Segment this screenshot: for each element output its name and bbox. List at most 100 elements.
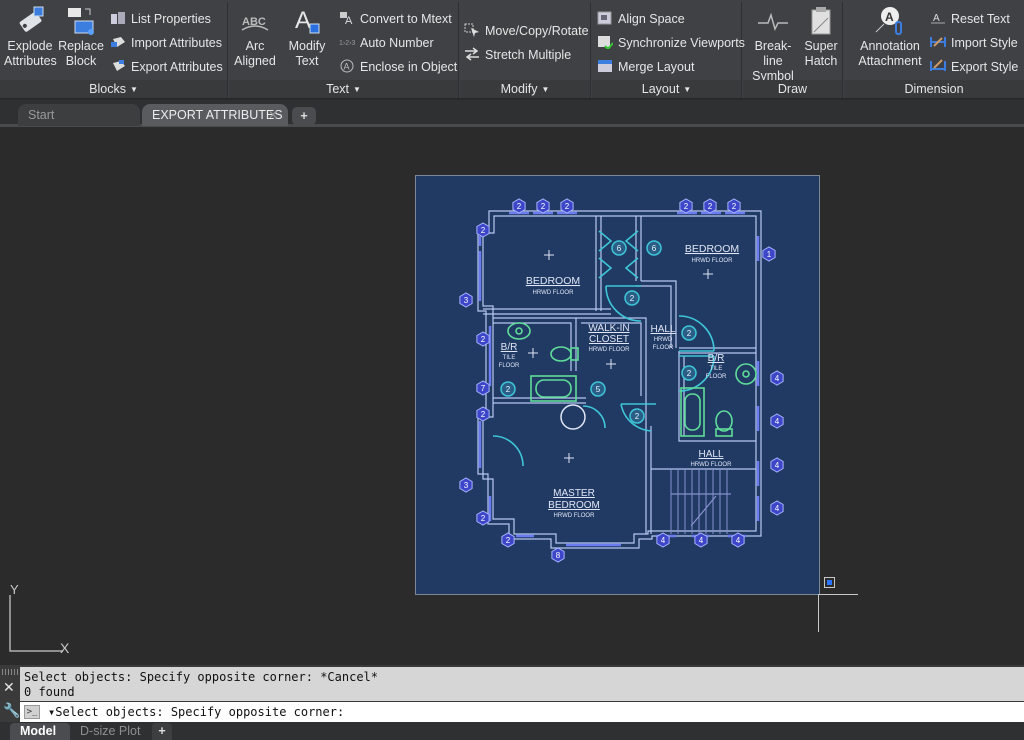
window-tag-label: 1 (767, 250, 772, 259)
enclose-in-object-button[interactable]: A Enclose in Object (339, 57, 457, 77)
label: Explode (7, 39, 53, 53)
super-hatch-button[interactable]: Super Hatch (801, 6, 841, 69)
room-name: HALL (698, 449, 723, 460)
door-tag-label: 2 (635, 412, 640, 421)
panel-title-layout[interactable]: Layout ▼ (592, 80, 741, 98)
auto-number-icon: 1›2›3 (339, 35, 355, 49)
stretch-arrows-icon (464, 47, 480, 61)
break-line-symbol-button[interactable]: Break-line Symbol (745, 6, 801, 84)
label: Export Attributes (131, 60, 223, 74)
command-prompt-icon[interactable]: >_ (24, 705, 40, 719)
close-icon[interactable]: ✕ (3, 679, 15, 696)
move-copy-rotate-button[interactable]: Move/Copy/Rotate (464, 21, 589, 41)
align-space-icon (597, 11, 613, 25)
label: Blocks (89, 82, 126, 96)
label: Break-line (754, 39, 792, 68)
layout-tab-bar: Model D-size Plot + (0, 722, 1024, 740)
reset-text-icon: A (930, 11, 946, 25)
close-icon[interactable]: ✕ (268, 104, 278, 126)
label: Draw (777, 82, 808, 96)
tab-model[interactable]: Model (10, 723, 70, 740)
room-floor: HRWD FLOOR (691, 462, 733, 468)
label: List Properties (131, 12, 211, 26)
tab-d-size-plot[interactable]: D-size Plot (72, 723, 152, 740)
move-copy-rotate-icon (464, 23, 480, 37)
room-name: WALK-IN (588, 323, 629, 334)
reset-text-button[interactable]: A Reset Text (930, 9, 1010, 29)
panel-draw: Break-line Symbol Super Hatch Draw (743, 2, 843, 98)
new-layout-button[interactable]: + (152, 723, 172, 740)
svg-text:A: A (885, 10, 894, 24)
room-name: BEDROOM (548, 500, 600, 511)
panel-title-modify[interactable]: Modify ▼ (460, 80, 590, 98)
drawing-canvas[interactable]: BEDROOM HRWD FLOOR BEDROOM HRWD FLOOR WA… (0, 130, 1024, 665)
label: Aligned (234, 54, 276, 68)
door-tag-label: 6 (617, 244, 622, 253)
label: Text (326, 82, 349, 96)
svg-text:A: A (933, 13, 940, 24)
room-floor: FLOOR (499, 363, 520, 369)
label: Replace (58, 39, 104, 53)
list-properties-button[interactable]: List Properties (110, 9, 211, 29)
label: Convert to Mtext (360, 12, 452, 26)
auto-number-button[interactable]: 1›2›3 Auto Number (339, 33, 434, 53)
synchronize-viewports-button[interactable]: Synchronize Viewports (597, 33, 745, 53)
label: Synchronize Viewports (618, 36, 745, 50)
new-tab-button[interactable]: + (292, 107, 316, 125)
window-tag-label: 2 (481, 514, 486, 523)
super-hatch-icon (805, 6, 837, 36)
window-tag-label: 4 (699, 536, 704, 545)
annotation-attachment-button[interactable]: A Annotation Attachment (852, 6, 928, 69)
label: Import Style (951, 36, 1018, 50)
modify-text-button[interactable]: A Modify Text (283, 6, 331, 69)
tab-export-attributes[interactable]: EXPORT ATTRIBUTES ✕ (142, 104, 288, 126)
room-name: MASTER (553, 488, 595, 499)
export-attributes-button[interactable]: Export Attributes (110, 57, 223, 77)
window-tag-label: 2 (481, 335, 486, 344)
room-name: B/R (501, 342, 518, 353)
panel-modify: Move/Copy/Rotate Stretch Multiple Modify… (460, 2, 591, 98)
modify-text-icon: A (291, 6, 323, 36)
ucs-y-label: Y (10, 585, 19, 597)
tag-explode-icon (14, 6, 46, 36)
room-name: BEDROOM (685, 243, 739, 255)
label: Annotation (860, 39, 920, 53)
export-style-button[interactable]: Export Style (930, 57, 1018, 77)
door-tag-label: 5 (596, 385, 601, 394)
synchronize-viewports-icon (597, 35, 614, 51)
panel-title-blocks[interactable]: Blocks ▼ (0, 80, 227, 98)
label: Enclose in Object (360, 60, 458, 74)
room-floor: HRWD FLOOR (533, 290, 575, 296)
window-tag-label: 2 (708, 202, 713, 211)
ucs-x-label: X (60, 640, 70, 655)
window-tag-label: 4 (775, 417, 780, 426)
arc-aligned-button[interactable]: ABC Arc Aligned (231, 6, 279, 69)
explode-attributes-button[interactable]: Explode Attributes (4, 6, 57, 69)
tab-start[interactable]: Start (18, 104, 140, 126)
command-input[interactable]: >_ ▾Select objects: Specify opposite cor… (20, 702, 1024, 722)
room-floor: HRWD FLOOR (554, 513, 596, 519)
align-space-button[interactable]: Align Space (597, 9, 685, 29)
label: Modify (500, 82, 538, 96)
stretch-multiple-button[interactable]: Stretch Multiple (464, 45, 571, 65)
panel-title-text[interactable]: Text ▼ (229, 80, 458, 98)
label: Text (295, 54, 319, 68)
merge-layout-button[interactable]: Merge Layout (597, 57, 694, 77)
merge-layout-icon (597, 59, 613, 73)
convert-to-mtext-button[interactable]: A Convert to Mtext (339, 9, 452, 29)
wrench-customize-icon[interactable]: 🔧 (3, 702, 20, 719)
room-name: CLOSET (589, 334, 629, 345)
history-line: 0 found (24, 685, 75, 699)
import-style-button[interactable]: Import Style (930, 33, 1018, 53)
annotation-attachment-icon: A (874, 6, 906, 36)
drag-grip-icon[interactable] (2, 669, 18, 675)
crosshair-vertical (818, 594, 819, 632)
replace-block-button[interactable]: Replace Block (58, 6, 104, 69)
import-attributes-button[interactable]: Import Attributes (110, 33, 222, 53)
window-tag-label: 3 (464, 481, 469, 490)
room-floor: TILE (710, 366, 723, 372)
window-tag-label: 2 (565, 202, 570, 211)
door-tag-label: 6 (652, 244, 657, 253)
window-tag-label: 7 (481, 384, 486, 393)
export-attributes-icon (110, 59, 126, 73)
